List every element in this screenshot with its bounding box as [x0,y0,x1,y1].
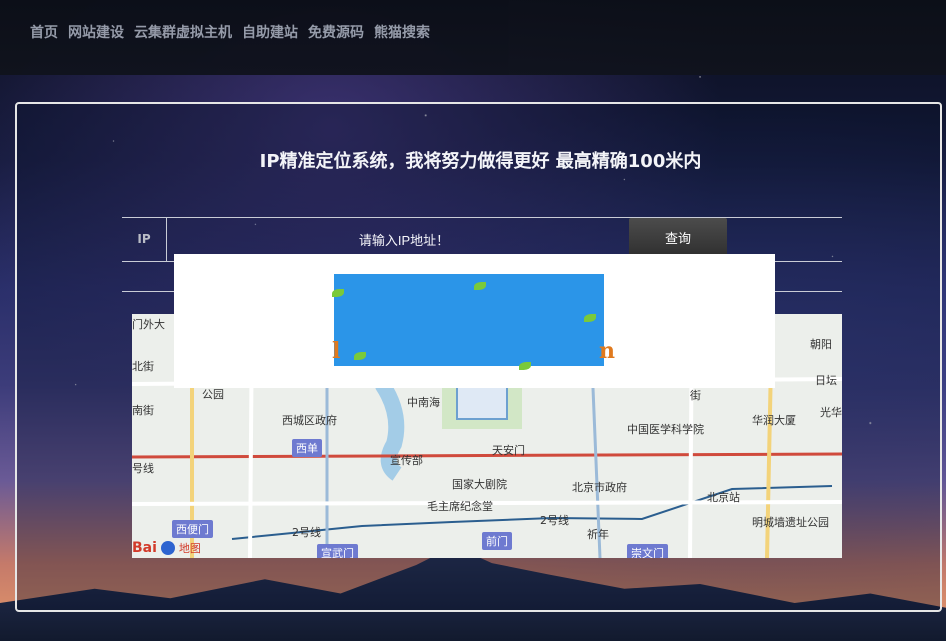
nav-free-source[interactable]: 免费源码 [308,22,364,42]
map-label: 号线 [132,462,154,475]
baidu-logo-text: Bai [132,540,157,556]
main-nav: 首页 网站建设 云集群虚拟主机 自助建站 免费源码 熊猫搜索 [30,22,430,42]
map-label: 毛主席纪念堂 [427,500,493,513]
map-label: 西单 [292,439,322,457]
map-label: 明城墙遗址公园 [752,516,829,529]
overlay-letter-left: l [332,338,341,364]
map-label: 街 [690,389,701,402]
map-label: 西便门 [172,520,213,538]
map-label: 北街 [132,360,154,373]
map-label: 2号线 [540,514,569,527]
ip-label: IP [122,218,167,261]
nav-cloud-hosting[interactable]: 云集群虚拟主机 [134,22,232,42]
map-label: 北京站 [707,491,740,504]
map-label: 祈年 [587,528,609,541]
map-label: 门外大 [132,318,165,331]
page-title: IP精准定位系统，我将努力做得更好 最高精确100米内 [259,151,702,172]
map-label: 宣武门 [317,544,358,558]
map-label: 南街 [132,404,154,417]
paw-icon [160,541,175,555]
nav-website-building[interactable]: 网站建设 [68,22,124,42]
map-label: 朝阳 [810,338,832,351]
map-label: 国家大剧院 [452,478,507,491]
map-label: 前门 [482,532,512,550]
ad-banner-image [334,274,604,366]
ad-overlay[interactable]: l n [174,254,775,388]
nav-self-build-site[interactable]: 自助建站 [242,22,298,42]
map-label: 中南海 [407,396,440,409]
top-navbar: 首页 网站建设 云集群虚拟主机 自助建站 免费源码 熊猫搜索 [0,0,946,75]
map-label: 中国医学科学院 [627,423,704,436]
map-logo-label: 地图 [178,542,201,555]
map-label: 日坛 [815,374,837,387]
map-label: 光华 [820,406,842,419]
map-label: 公园 [202,388,224,401]
map-label: 2号线 [292,526,321,539]
map-label: 崇文门 [627,544,668,558]
leaf-decoration [519,362,531,370]
map-label: 宣传部 [390,454,423,467]
map-label: 天安门 [492,444,525,457]
baidu-map-logo: Bai 地图 [132,540,201,556]
map-label: 华润大厦 [752,414,796,427]
ip-locator-panel: IP精准定位系统，我将努力做得更好 最高精确100米内 IP 查询 门外大 北街… [15,102,942,612]
nav-home[interactable]: 首页 [30,22,58,42]
nav-panda-search[interactable]: 熊猫搜索 [374,22,430,42]
overlay-letter-right: n [599,338,615,364]
map-label: 北京市政府 [572,481,627,494]
ip-input[interactable] [172,226,636,254]
map-label: 西城区政府 [282,414,337,427]
